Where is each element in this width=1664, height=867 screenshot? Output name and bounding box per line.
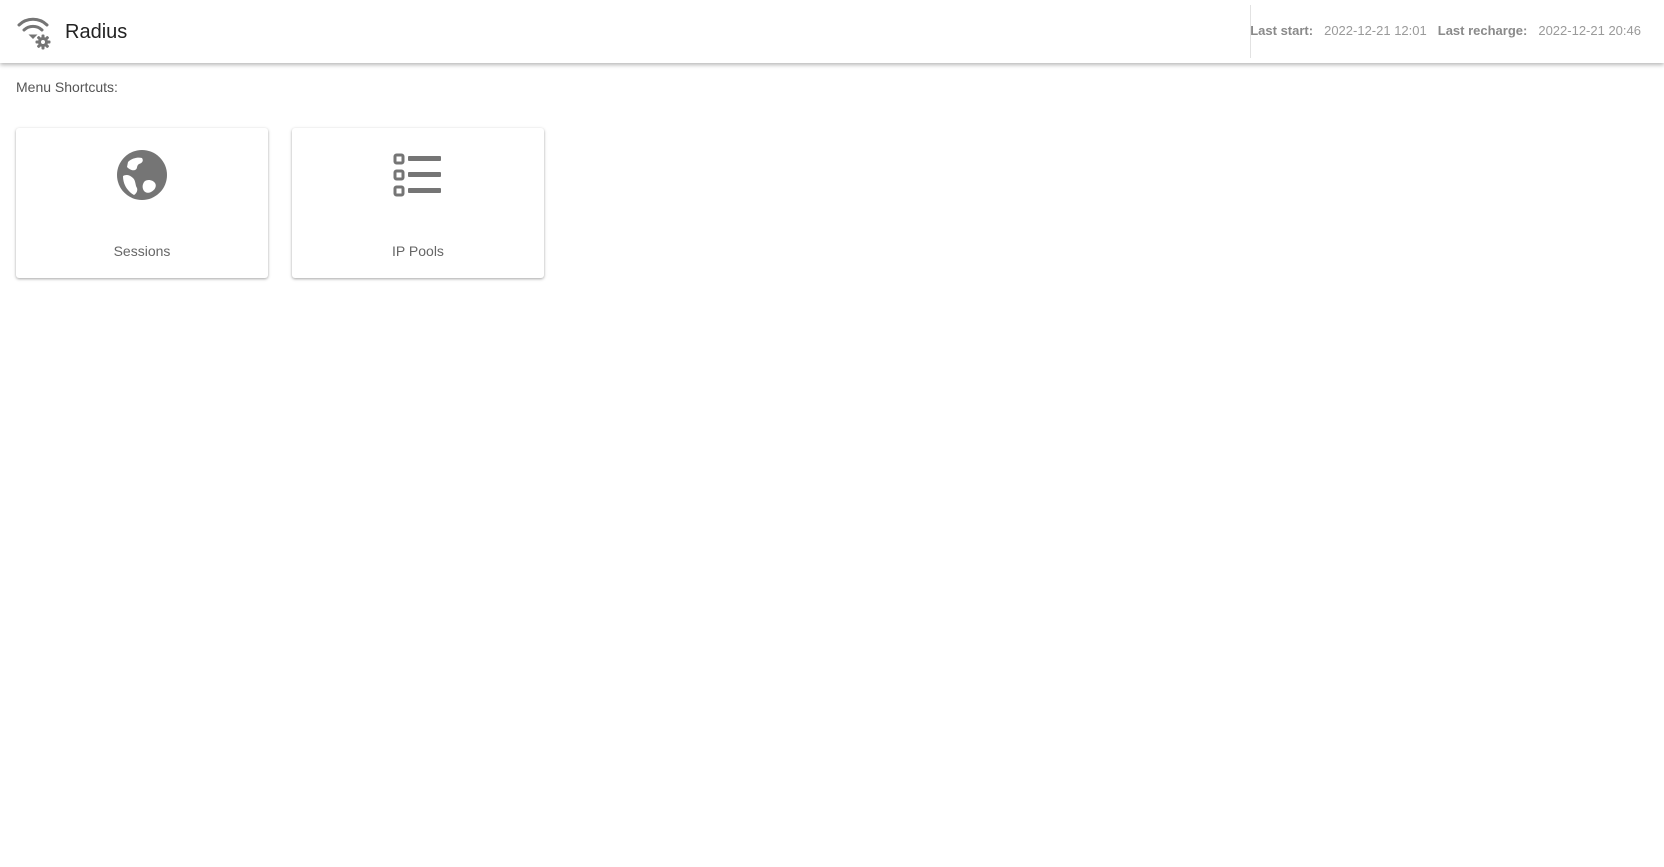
last-recharge-value: 2022-12-21 20:46	[1538, 23, 1641, 38]
last-start-label: Last start:	[1250, 23, 1314, 38]
app-brand[interactable]: Radius	[16, 14, 127, 50]
sessions-shortcut-card[interactable]: Sessions	[16, 128, 268, 278]
last-recharge-label: Last recharge:	[1437, 23, 1528, 38]
header-status: Last start: 2022-12-21 12:01 Last rechar…	[1250, 23, 1641, 39]
globe-icon	[117, 150, 167, 200]
checklist-icon	[393, 153, 441, 197]
ip-pools-label: IP Pools	[392, 243, 444, 259]
last-start-value: 2022-12-21 12:01	[1324, 23, 1427, 38]
shortcuts-heading: Menu Shortcuts:	[16, 79, 118, 95]
ip-pools-shortcut-card[interactable]: IP Pools	[292, 128, 544, 278]
app-header: Radius Last start: 2022-12-21 12:01 Last…	[0, 0, 1664, 63]
app-title: Radius	[65, 21, 128, 43]
sessions-label: Sessions	[113, 243, 171, 259]
wifi-gear-icon	[17, 17, 51, 50]
